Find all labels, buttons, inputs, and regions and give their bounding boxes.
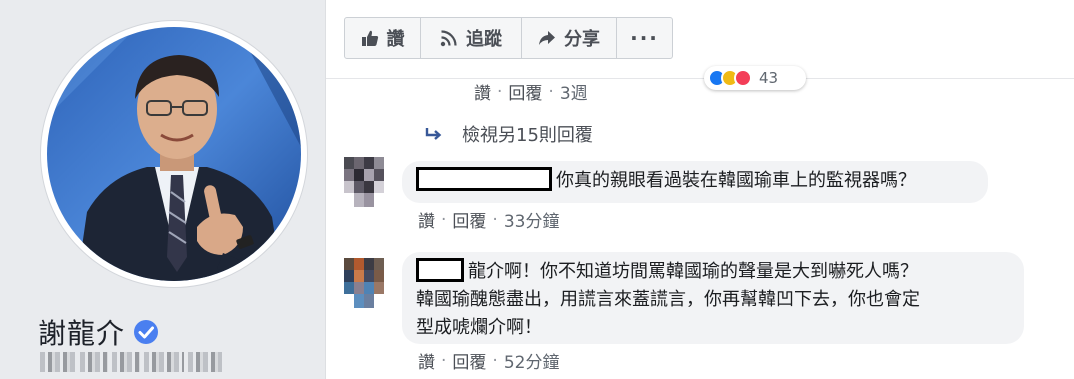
love-reaction-icon bbox=[734, 69, 752, 87]
comment-like-link[interactable]: 讚 bbox=[418, 348, 435, 373]
profile-picture-frame[interactable] bbox=[40, 20, 308, 288]
comment-reply-link[interactable]: 回覆 bbox=[508, 79, 542, 104]
separator-dot: · bbox=[441, 350, 447, 371]
comment-timestamp[interactable]: 33分鐘 bbox=[504, 207, 560, 232]
separator-dot: · bbox=[497, 81, 503, 102]
share-page-button[interactable]: 分享 bbox=[522, 18, 617, 58]
pixelated-avatar bbox=[344, 157, 384, 207]
more-options-button[interactable]: ··· bbox=[617, 18, 672, 58]
comment-actions: 讚 · 回覆 · 52分鐘 bbox=[418, 348, 560, 374]
profile-sidebar: 謝龍介 bbox=[0, 0, 326, 379]
page-handle-obscured bbox=[40, 352, 222, 372]
comment-reply-link[interactable]: 回覆 bbox=[452, 207, 486, 232]
comment-actions: 讚 · 回覆 · 3週 bbox=[474, 79, 588, 105]
comment-actions: 讚 · 回覆 · 33分鐘 bbox=[418, 207, 560, 233]
comment-bubble: 龍介啊！你不知道坊間罵韓國瑜的聲量是大到嚇死人嗎？ 韓國瑜醜態盡出，用謊言來蓋謊… bbox=[402, 252, 1024, 344]
commenter-avatar[interactable] bbox=[344, 157, 384, 207]
share-arrow-icon bbox=[539, 31, 555, 45]
reaction-count: 43 bbox=[759, 69, 779, 87]
comment-timestamp[interactable]: 52分鐘 bbox=[504, 348, 560, 373]
comment-bubble: 你真的親眼看過裝在韓國瑜車上的監視器嗎？ bbox=[402, 161, 988, 203]
share-page-label: 分享 bbox=[564, 29, 600, 50]
rss-icon bbox=[440, 30, 457, 47]
follow-page-label: 追蹤 bbox=[466, 29, 502, 50]
more-icon: ··· bbox=[630, 26, 659, 50]
verified-badge-icon bbox=[134, 320, 159, 344]
commenter-avatar[interactable] bbox=[344, 258, 384, 308]
view-more-replies[interactable]: 檢視另15則回覆 bbox=[424, 121, 593, 147]
like-page-label: 讚 bbox=[386, 29, 405, 50]
comment-line: 龍介啊！你不知道坊間罵韓國瑜的聲量是大到嚇死人嗎？ bbox=[416, 258, 1010, 286]
comment-reply-link[interactable]: 回覆 bbox=[452, 348, 486, 373]
profile-photo bbox=[47, 27, 301, 281]
page-name-row: 謝龍介 bbox=[38, 312, 159, 352]
thumbs-up-icon bbox=[361, 30, 378, 46]
follow-page-button[interactable]: 追蹤 bbox=[421, 18, 522, 58]
pixelated-avatar bbox=[344, 258, 384, 308]
separator-dot: · bbox=[548, 81, 554, 102]
comment-text: 韓國瑜醜態盡出，用謊言來蓋謊言，你再幫韓凹下去，你也會定 bbox=[416, 289, 920, 310]
like-page-button[interactable]: 讚 bbox=[345, 18, 421, 58]
comment-text: 型成唬爛介啊！ bbox=[416, 317, 542, 338]
view-more-label: 檢視另15則回覆 bbox=[462, 125, 593, 146]
reply-arrow-icon bbox=[425, 128, 442, 140]
redacted-commenter-name bbox=[416, 167, 552, 191]
profile-picture[interactable] bbox=[47, 27, 301, 281]
reaction-summary[interactable]: 43 bbox=[704, 66, 806, 90]
header-divider bbox=[326, 78, 1074, 79]
separator-dot: · bbox=[492, 209, 498, 230]
comment-text: 龍介啊！你不知道坊間罵韓國瑜的聲量是大到嚇死人嗎？ bbox=[468, 261, 918, 282]
redacted-commenter-name bbox=[416, 258, 464, 282]
comment-text: 你真的親眼看過裝在韓國瑜車上的監視器嗎？ bbox=[556, 170, 916, 191]
comment-timestamp[interactable]: 3週 bbox=[560, 79, 588, 104]
page-title[interactable]: 謝龍介 bbox=[38, 312, 125, 352]
comment-like-link[interactable]: 讚 bbox=[418, 207, 435, 232]
separator-dot: · bbox=[492, 350, 498, 371]
comment-like-link[interactable]: 讚 bbox=[474, 79, 491, 104]
separator-dot: · bbox=[441, 209, 447, 230]
page-action-bar: 讚 追蹤 分享 ··· bbox=[344, 17, 673, 59]
